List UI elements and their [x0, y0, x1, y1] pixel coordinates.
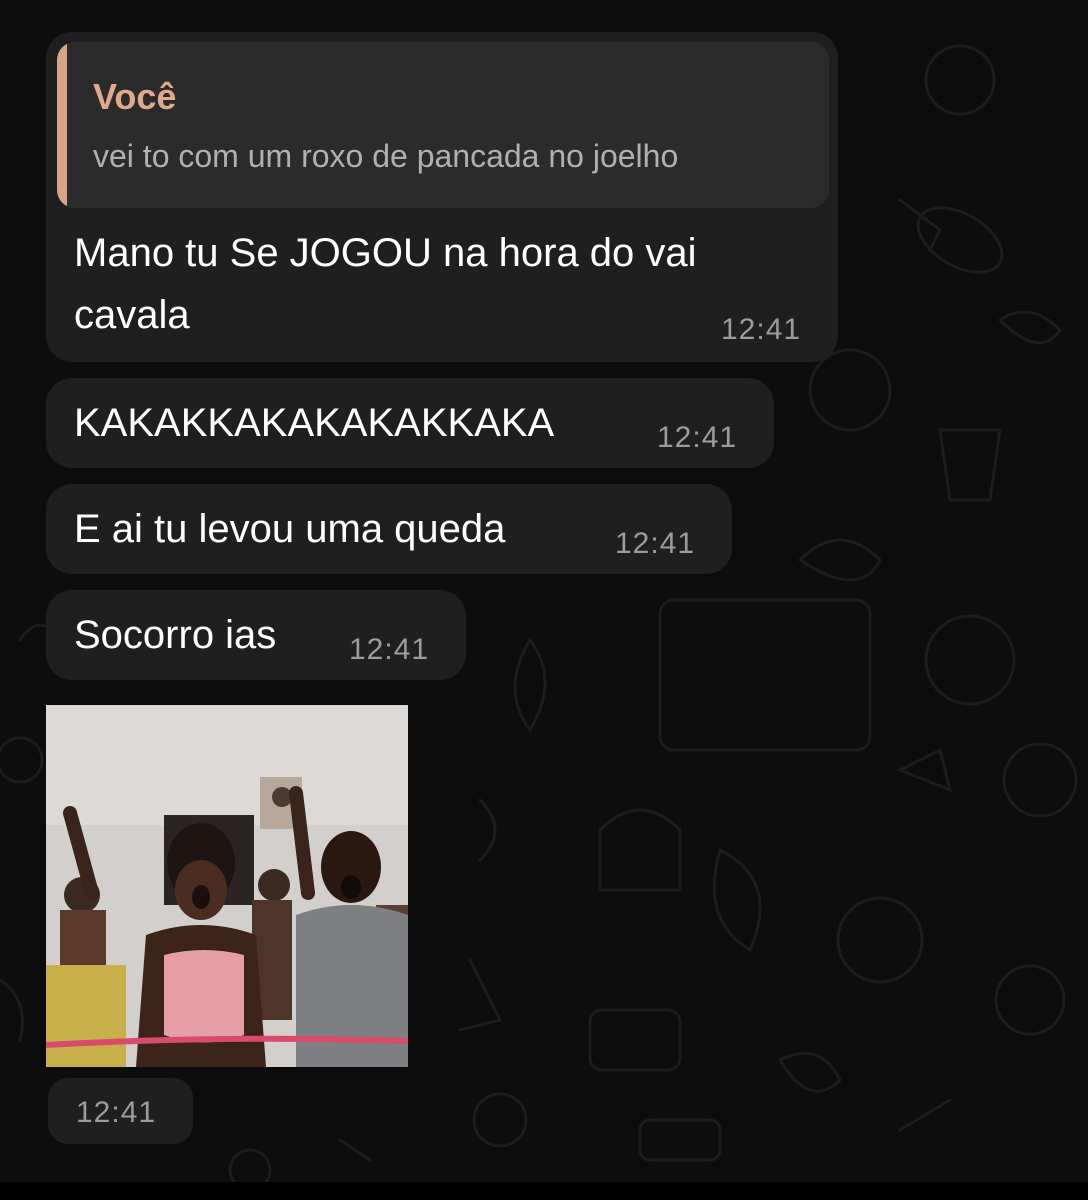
message-text-line-1: Mano tu Se JOGOU na hora do vai [74, 231, 697, 275]
message-timestamp: 12:41 [657, 421, 738, 454]
quote-accent-bar [57, 42, 67, 208]
message-text: E ai tu levou uma queda [74, 507, 506, 551]
quoted-message[interactable]: Você vei to com um roxo de pancada no jo… [57, 42, 829, 208]
message-timestamp: 12:41 [76, 1096, 157, 1129]
message-timestamp: 12:41 [349, 633, 430, 666]
quote-author: Você [93, 76, 177, 117]
message-timestamp: 12:41 [615, 527, 696, 560]
media-thumbnail[interactable] [46, 705, 408, 1067]
message-text: KAKAKKAKAKAKAKKAKA [74, 401, 555, 445]
crowd-video-image [46, 705, 408, 1067]
quote-text: vei to com um roxo de pancada no joelho [93, 138, 679, 174]
message-text-line-2: cavala [74, 293, 190, 337]
message-timestamp: 12:41 [721, 313, 802, 346]
bottom-edge [0, 1182, 1088, 1200]
message-text: Socorro ias [74, 613, 277, 657]
